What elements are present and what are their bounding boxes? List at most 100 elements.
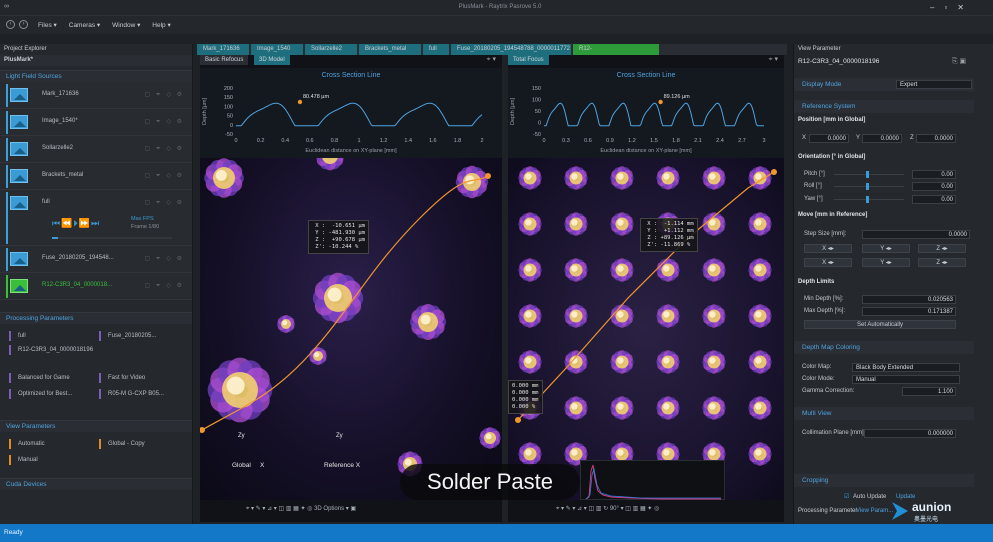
multi-view-header[interactable]: Multi View [794,407,974,420]
reference-system-header[interactable]: Reference System [794,100,974,113]
source-actions-icon[interactable]: ▢ ⏷ ◇ ⚙ [145,282,184,290]
source-actions-icon[interactable]: ▢ ⏷ ◇ ⚙ [145,199,184,207]
tab-processing-parameter[interactable]: Processing Parameter [798,508,857,514]
view-toolbar-left[interactable]: ⌖ ▾ ✎ ▾ ⊿ ▾ ◫ ▥ ▦ ✦ ◎ 3D Options ▾ ▣ [246,505,356,517]
3d-scene-left[interactable]: X : -10.651 µm Y : -481.930 µm Z : +90.6… [200,158,502,500]
rot-z-buttons[interactable]: Z ◂▸ [918,258,966,267]
window-controls[interactable]: –▫✕ [930,3,974,12]
3d-scene-right[interactable]: X : -1.114 mm Y : +1.112 mm Z : +89.126 … [508,158,784,500]
source-item[interactable]: Mark_171636 ▢ ⏷ ◇ ⚙ [0,82,192,109]
export-icon[interactable]: ▣ [350,506,356,512]
source-actions-icon[interactable]: ▢ ⏷ ◇ ⚙ [145,118,184,126]
source-actions-icon[interactable]: ▢ ⏷ ◇ ⚙ [145,255,184,263]
tab-3d-model[interactable]: 3D Model [254,55,290,65]
source-item[interactable]: Sollarzelle2 ▢ ⏷ ◇ ⚙ [0,136,192,163]
move-z-buttons[interactable]: Z ◂▸ [918,244,966,253]
yaw-input[interactable]: 0.00 [912,195,956,204]
source-item[interactable]: Brackets_metal ▢ ⏷ ◇ ⚙ [0,163,192,190]
processing-params-header[interactable]: Processing Parameters [0,312,192,324]
source-actions-icon[interactable]: ▢ ⏷ ◇ ⚙ [145,91,184,99]
source-item-active[interactable]: R12-C3R3_04_0000018... ▢ ⏷ ◇ ⚙ [0,273,192,300]
source-item-video[interactable]: full ▢ ⏷ ◇ ⚙ ⏮⏪⏵⏩⏭ Max FPS Frame 1/80 [0,190,192,246]
document-tab[interactable]: Image_1540 [251,44,303,55]
position-z-input[interactable]: 0.0000 [916,134,956,143]
source-item[interactable]: Fuse_20180205_194548... ▢ ⏷ ◇ ⚙ [0,246,192,273]
vp-item[interactable]: Global - Copy [96,438,145,450]
rotate-dropdown[interactable]: 90° ▾ [610,506,624,512]
depth-map-coloring-header[interactable]: Depth Map Coloring [794,341,974,354]
view-params-header[interactable]: View Parameters [0,420,192,432]
forward-icon[interactable]: › [19,20,28,29]
pp-item[interactable]: R12-C3R3_04_0000018196 [6,344,93,356]
pp-item[interactable]: Optimized for Best... [6,388,72,400]
3d-options-dropdown[interactable]: 3D Options ▾ [314,506,349,512]
lightfield-sources-header[interactable]: Light Field Sources [0,70,192,82]
toolbar-icons[interactable]: ⌖ ▾ ✎ ▾ ⊿ ▾ ◫ ▥ ▦ ✦ ◎ [246,506,314,512]
collimation-input[interactable]: 0.000000 [864,429,956,438]
min-depth-input[interactable]: 0.020563 [862,295,956,304]
profile-line [236,102,483,127]
position-x-input[interactable]: 0.0000 [809,134,849,143]
source-actions-icon[interactable]: ▢ ⏷ ◇ ⚙ [145,172,184,180]
pitch-input[interactable]: 0.00 [912,170,956,179]
pin-icon[interactable]: ⌖ ▾ [487,55,496,64]
vp-item[interactable]: Manual [6,454,38,466]
marker-label: 80.478 µm [303,94,330,100]
menu-files[interactable]: Files ▾ [38,21,57,29]
project-name[interactable]: PlusMark* [0,55,192,66]
document-tab[interactable]: Mark_171636 [197,44,249,55]
tab-basic-refocus[interactable]: Basic Refocus [200,55,249,65]
player-controls[interactable]: ⏮⏪⏵⏩⏭ [52,218,100,229]
color-mode-select[interactable]: Manual [852,375,960,384]
checkbox-icon[interactable]: ☑ [844,493,849,500]
menu-window[interactable]: Window ▾ [112,21,140,29]
max-depth-input[interactable]: 0.171387 [862,307,956,316]
rot-y-buttons[interactable]: Y ◂▸ [862,258,910,267]
color-map-select[interactable]: Black Body Extended [852,363,960,372]
set-automatically-button[interactable]: Set Automatically [804,320,956,329]
pp-item[interactable]: R05-M G-CXP B05... [96,388,164,400]
vp-item[interactable]: Automatic [6,438,45,450]
tab-total-focus[interactable]: Total Focus [508,55,549,65]
pp-item[interactable]: Fuse_20180205... [96,330,156,342]
back-icon[interactable]: ‹ [6,20,15,29]
pitch-slider[interactable] [834,171,904,178]
panel-actions-icon[interactable]: ⎘ ▣ [952,57,966,66]
rot-x-buttons[interactable]: X ◂▸ [804,258,852,267]
roll-input[interactable]: 0.00 [912,182,956,191]
frame-slider[interactable] [52,237,172,239]
source-item[interactable]: Image_1540* ▢ ⏷ ◇ ⚙ [0,109,192,136]
cross-section-plot[interactable]: 200150100500-500 0.2 0.4 0.6 0.8 1 1.2 1.4 1.6 1.… [200,68,502,158]
yaw-slider[interactable] [834,196,904,203]
cross-section-plot[interactable]: 150100500-500 0.3 0.6 0.9 1.2 1.5 1.8 2.1 2.4 2.7… [508,68,784,158]
document-tab[interactable]: full [423,44,449,55]
menu-help[interactable]: Help ▾ [152,21,170,29]
roll-slider[interactable] [834,183,904,190]
source-actions-icon[interactable]: ▢ ⏷ ◇ ⚙ [145,145,184,153]
y-tick-label: 0 [230,123,233,129]
x-label: X [802,135,807,141]
pin-icon[interactable]: ⌖ ▾ [769,55,778,64]
pp-item[interactable]: full [6,330,26,342]
move-y-buttons[interactable]: Y ◂▸ [862,244,910,253]
aunion-logo: aunion 奥墨光电 [890,500,985,524]
auto-update-label[interactable]: Auto Update [853,494,886,500]
toolbar-icons-2[interactable]: ◫ ▥ ▦ ✦ ◎ [625,506,659,512]
view-toolbar-right[interactable]: ⌖ ▾ ✎ ▾ ⊿ ▾ ◫ ▥ ↻ 90° ▾ ◫ ▥ ▦ ✦ ◎ [556,505,659,517]
menu-cameras[interactable]: Cameras ▾ [69,21,100,29]
display-mode-select[interactable]: Expert [896,80,972,89]
tab-view-parameter[interactable]: View Param... [856,508,893,514]
toolbar-icons[interactable]: ⌖ ▾ ✎ ▾ ⊿ ▾ ◫ ▥ ↻ [556,506,610,512]
step-size-input[interactable]: 0.0000 [862,230,970,239]
document-tab[interactable]: Sollarzelle2 [305,44,357,55]
document-tab[interactable]: Fuse_20180205_194548788_0000011772 [451,44,571,55]
document-tab[interactable]: Brackets_metal [359,44,421,55]
move-x-buttons[interactable]: X ◂▸ [804,244,852,253]
gamma-input[interactable]: 1.100 [902,387,956,396]
pp-item[interactable]: Fast for Video [96,372,145,384]
document-tab[interactable]: R12-C3R3_04_0000018196 [573,44,659,63]
pp-item[interactable]: Balanced for Game [6,372,70,384]
position-y-input[interactable]: 0.0000 [862,134,902,143]
cuda-devices-header[interactable]: Cuda Devices [0,478,192,490]
cropping-header[interactable]: Cropping [794,474,974,487]
